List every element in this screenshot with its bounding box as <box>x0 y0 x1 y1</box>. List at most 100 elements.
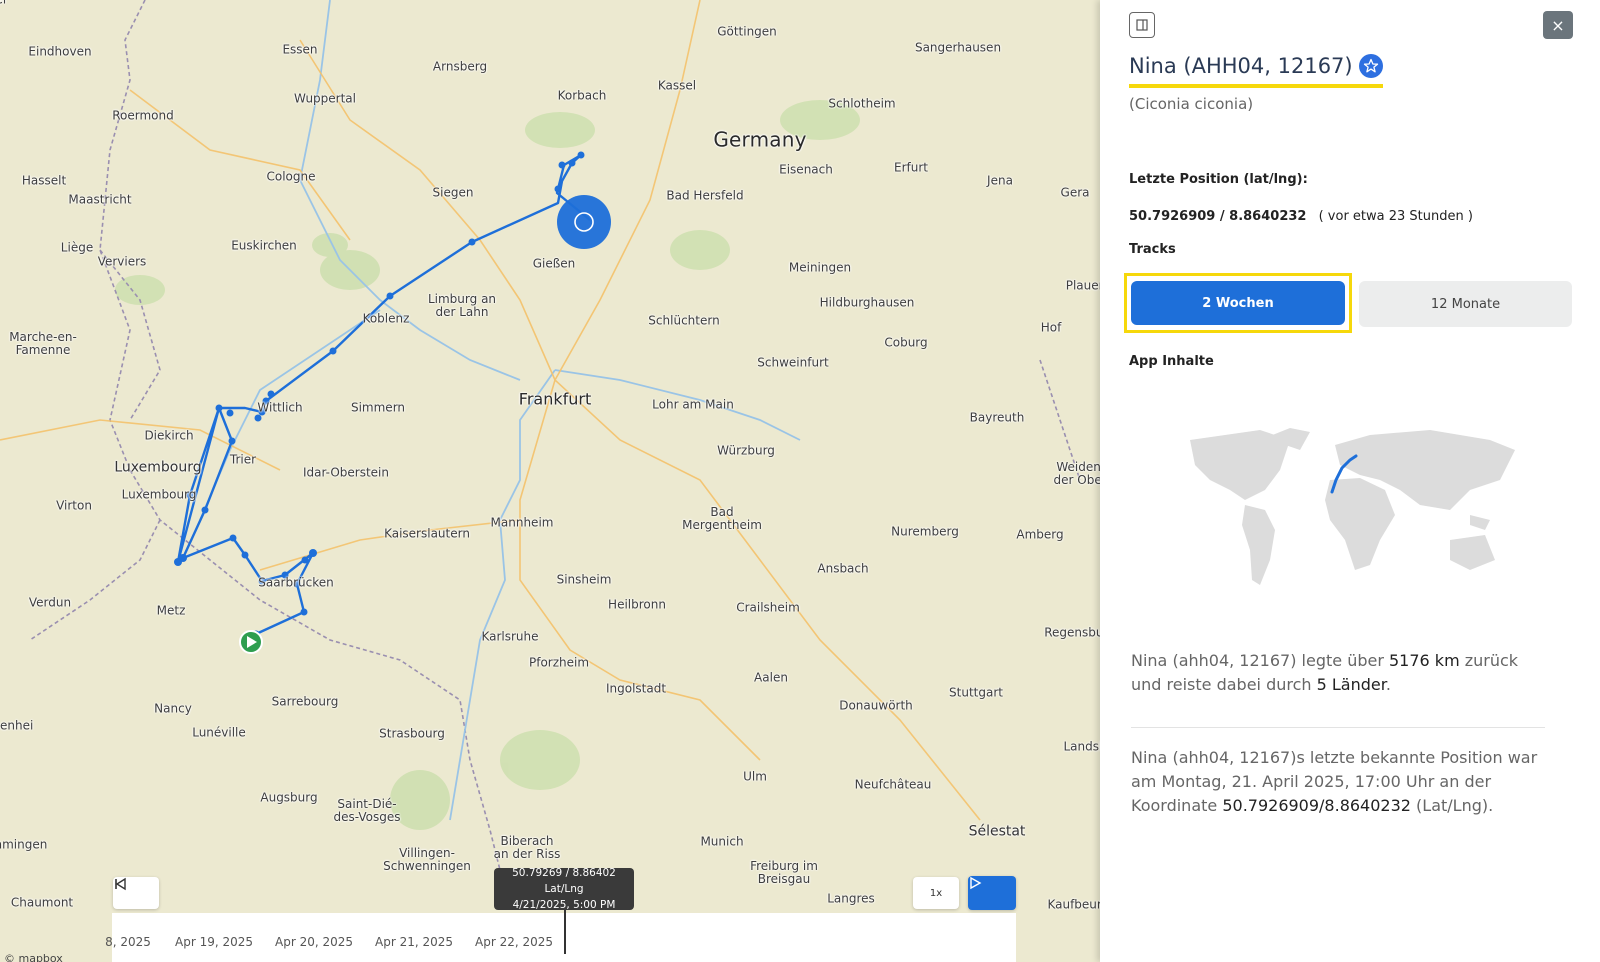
place-label: Bad Mergentheim <box>682 505 762 532</box>
timeline-tick: Apr 21, 2025 <box>374 935 454 949</box>
place-label: Gera <box>1060 185 1090 200</box>
place-label: Plauen <box>1065 278 1100 293</box>
last-known-text-2: (Lat/Lng). <box>1410 796 1494 815</box>
place-label: Amberg <box>1016 527 1064 542</box>
place-label: Würzburg <box>717 443 775 458</box>
place-label: Kassel <box>657 78 697 93</box>
place-label: Limburg an der Lahn <box>427 292 497 319</box>
place-label: Eindhoven <box>28 44 92 59</box>
place-label: Langres <box>827 891 875 906</box>
place-label: Weiden in der Oberpf <box>1053 460 1100 487</box>
place-label: Mannheim <box>490 515 554 530</box>
play-icon <box>970 876 982 890</box>
place-label: Maastricht <box>68 192 132 207</box>
last-known-coords: 50.7926909/8.8640232 <box>1222 796 1411 815</box>
tab-12-months[interactable]: 12 Monate <box>1359 281 1572 327</box>
place-label: Saint-Dié- des-Vosges <box>333 797 401 824</box>
rewind-button[interactable] <box>113 877 159 909</box>
place-label: Rosenhei <box>0 718 34 733</box>
place-label: Trier <box>229 452 257 467</box>
map[interactable]: Eindhoven Essen Arnsberg Göttingen Sangerhau… <box>0 0 1100 962</box>
last-position-value: 50.7926909 / 8.8640232 <box>1129 209 1307 224</box>
summary-name: Nina (ahh04, 12167) <box>1131 651 1297 670</box>
place-label: ier <box>0 0 8 7</box>
current-position-marker <box>557 195 611 249</box>
place-label: Freiburg im Breisgau <box>750 859 818 886</box>
place-label: Schlüchtern <box>648 313 720 328</box>
place-label: Frankfurt <box>518 389 592 409</box>
last-position: 50.7926909 / 8.8640232 ( vor etwa 23 Stu… <box>1129 209 1473 224</box>
place-label: Metz <box>156 603 186 618</box>
place-label: Strasbourg <box>379 726 445 741</box>
timeline-tick: Apr 22, 2025 <box>474 935 554 949</box>
place-label: Wuppertal <box>294 91 356 106</box>
last-known-text: Nina (ahh04, 12167)s letzte bekannte Pos… <box>1131 746 1551 818</box>
place-label: Hasselt <box>21 173 67 188</box>
place-label: Sinsheim <box>556 572 612 587</box>
place-label: Roermond <box>112 108 174 123</box>
summary-countries: 5 Länder <box>1316 675 1386 694</box>
close-button[interactable]: × <box>1543 11 1573 39</box>
place-label: Göttingen <box>717 24 777 39</box>
map-base <box>0 0 1081 871</box>
place-label: Simmern <box>350 400 406 415</box>
place-label: Aalen <box>754 670 788 685</box>
tab-2-weeks[interactable]: 2 Wochen <box>1124 273 1352 333</box>
place-label: Nancy <box>154 701 192 716</box>
speed-button[interactable]: 1x <box>913 877 959 909</box>
place-label: Siegen <box>432 185 474 200</box>
place-label: Biberach an der Riss <box>493 834 561 861</box>
place-label: Sélestat <box>968 823 1026 840</box>
app-content-label: App Inhalte <box>1129 354 1214 369</box>
place-label: Sangerhausen <box>914 40 1002 55</box>
world-map <box>1190 428 1515 585</box>
place-label: Luxembourg <box>114 459 202 476</box>
place-label: Liège <box>60 240 94 255</box>
sidebar-icon <box>1136 19 1148 31</box>
star-icon[interactable] <box>1358 54 1383 78</box>
place-label: Hof <box>1040 320 1062 335</box>
place-label: Munich <box>700 834 744 849</box>
tooltip-coords: 50.79269 / 8.86402 Lat/Lng <box>512 867 616 895</box>
place-label: Ansbach <box>817 561 869 576</box>
place-label: Jena <box>987 173 1013 188</box>
place-label: Neufchâteau <box>854 777 932 792</box>
panel-toggle-button[interactable] <box>1129 12 1155 38</box>
timeline-tick: 8, 2025 <box>105 935 151 949</box>
place-label: Augsburg <box>260 790 318 805</box>
place-label: Diekirch <box>144 428 194 443</box>
place-label: Memmingen <box>0 837 48 852</box>
place-label: Germany <box>713 127 807 152</box>
place-label: Heilbronn <box>608 597 666 612</box>
place-label: Wittlich <box>257 400 303 415</box>
place-label: Saarbrücken <box>258 575 334 590</box>
species-name: (Ciconia ciconia) <box>1129 95 1254 113</box>
place-label: Koblenz <box>362 311 410 326</box>
place-label: Gießen <box>532 256 576 271</box>
place-label: Karlsruhe <box>481 629 539 644</box>
place-label: Euskirchen <box>231 238 297 253</box>
tab-2-weeks-label: 2 Wochen <box>1131 281 1345 325</box>
timeline-tick: Apr 20, 2025 <box>274 935 354 949</box>
place-label: Donauwörth <box>839 698 913 713</box>
place-label: Marche-en- Famenne <box>9 330 77 357</box>
place-label: Sarrebourg <box>271 694 339 709</box>
place-label: Pforzheim <box>528 655 590 670</box>
place-label: Kaufbeuren <box>1047 897 1100 912</box>
place-label: Villingen- Schwenningen <box>383 846 471 873</box>
play-button[interactable] <box>968 876 1016 910</box>
timeline-cursor[interactable] <box>564 910 566 954</box>
place-label: Crailsheim <box>736 600 800 615</box>
place-label: Idar-Oberstein <box>303 465 389 480</box>
skip-back-icon <box>115 877 126 891</box>
place-label: Kaiserslautern <box>384 526 470 541</box>
place-label: Coburg <box>884 335 928 350</box>
place-label: Hildburghausen <box>819 295 915 310</box>
place-label: Schweinfurt <box>757 355 829 370</box>
place-label: Chaumont <box>10 895 74 910</box>
close-icon: × <box>1551 15 1565 35</box>
animal-name: Nina (AHH04, 12167) <box>1129 54 1353 78</box>
place-label: Nuremberg <box>891 524 959 539</box>
map-attribution[interactable]: © mapbox <box>4 952 63 962</box>
place-label: Cologne <box>266 169 316 184</box>
